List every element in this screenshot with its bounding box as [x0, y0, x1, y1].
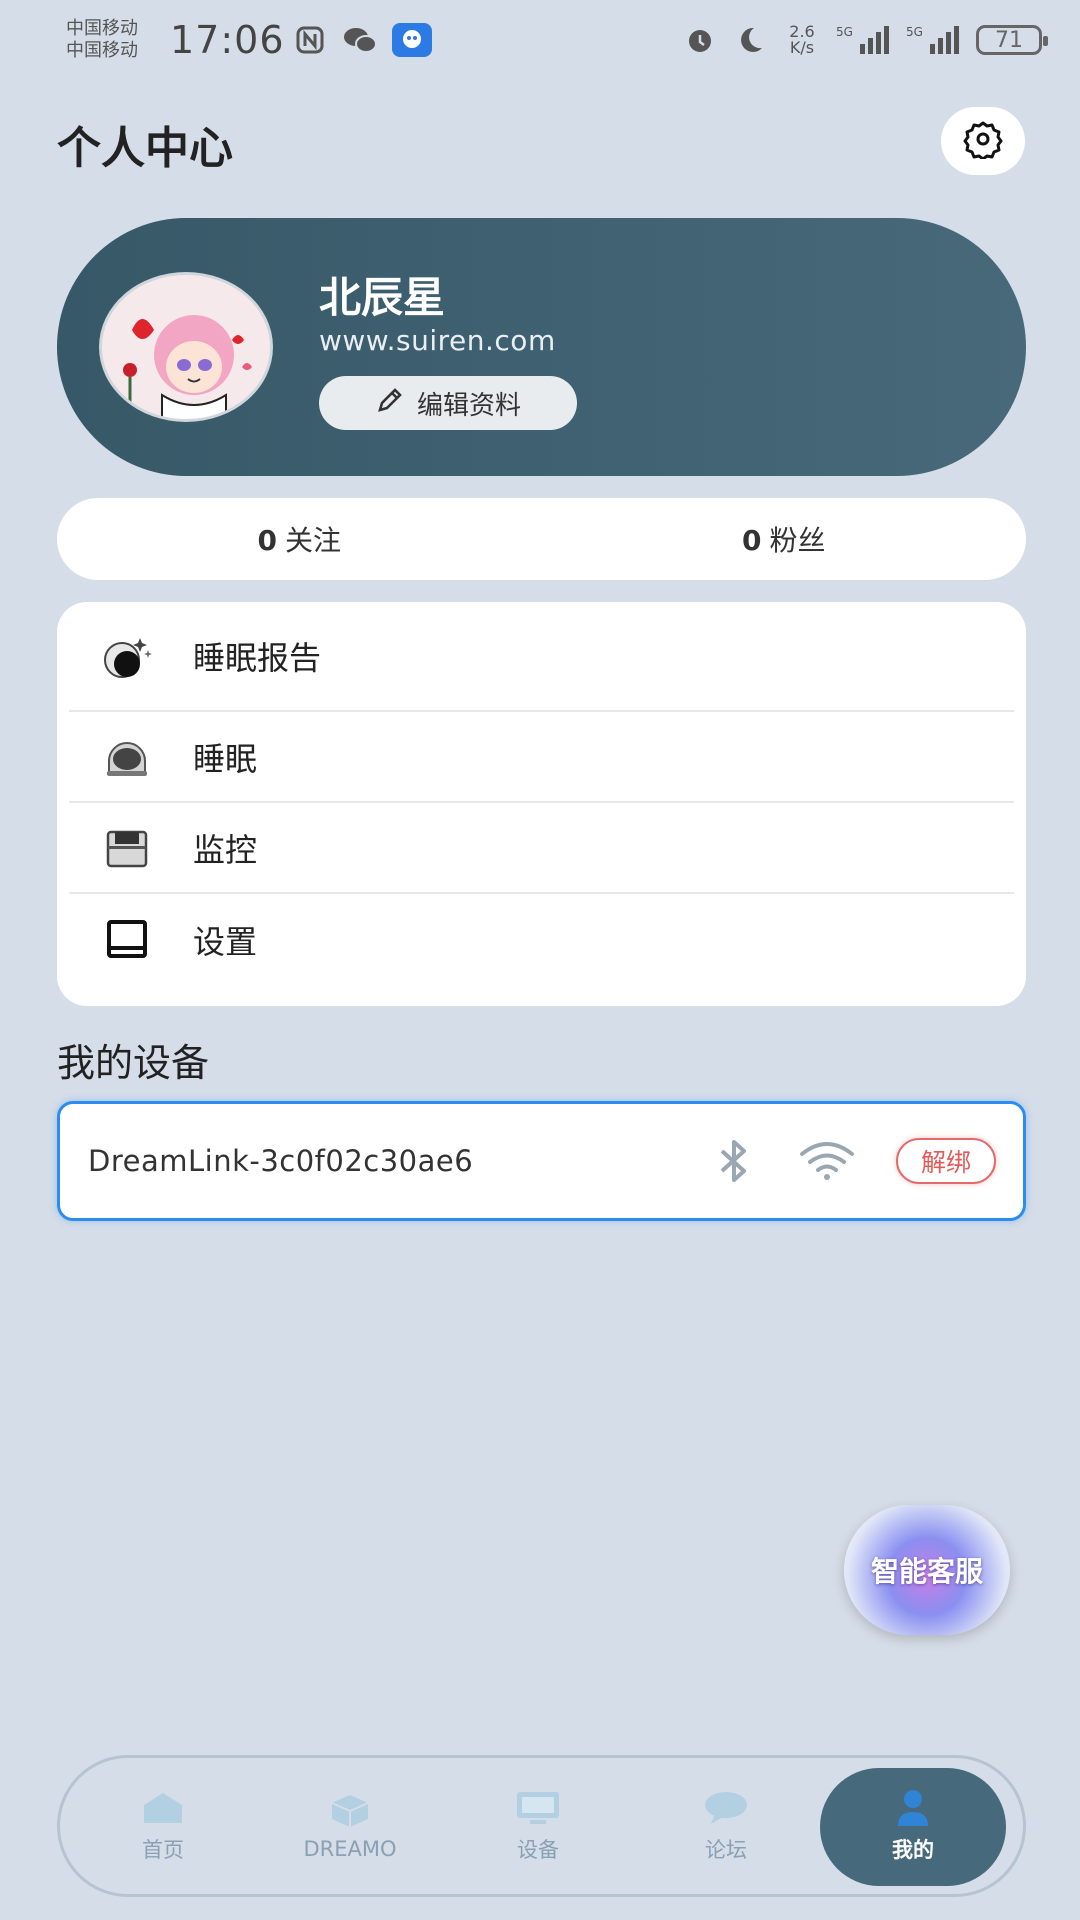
- ai-service-button[interactable]: 智能客服: [844, 1505, 1010, 1635]
- monitor-screen-icon: [515, 1790, 561, 1826]
- nav-label-forum: 论坛: [705, 1838, 747, 1862]
- unbind-button[interactable]: 解绑: [896, 1138, 996, 1184]
- followers-count: 0: [742, 524, 762, 557]
- sleep-report-icon: [97, 626, 157, 686]
- monitor-icon: [97, 818, 157, 878]
- status-icons-left: [292, 22, 432, 58]
- nav-forum[interactable]: 论坛: [633, 1768, 819, 1886]
- svg-text:5G: 5G: [836, 25, 853, 39]
- wifi-icon[interactable]: [798, 1140, 856, 1186]
- avatar[interactable]: [99, 272, 273, 422]
- moon-icon: [732, 22, 768, 58]
- bluetooth-icon[interactable]: [716, 1138, 752, 1188]
- nav-me[interactable]: 我的: [820, 1768, 1006, 1886]
- device-card[interactable]: DreamLink-3c0f02c30ae6 解绑: [57, 1101, 1026, 1221]
- username: 北辰星: [319, 273, 446, 322]
- nfc-icon: [292, 22, 328, 58]
- cube-icon: [327, 1793, 373, 1829]
- nav-label-devices: 设备: [517, 1838, 559, 1862]
- status-bar: 中国移动 中国移动 17:06 2.6 K/s 5G 5G 71: [0, 0, 1080, 84]
- followers-label: 粉丝: [769, 524, 826, 557]
- menu-item-monitor[interactable]: 监控: [69, 803, 1014, 894]
- nav-devices[interactable]: 设备: [445, 1768, 631, 1886]
- menu-item-sleep[interactable]: 睡眠: [69, 712, 1014, 803]
- profile-card: 北辰星 www.suiren.com 编辑资料: [57, 218, 1026, 476]
- edit-profile-label: 编辑资料: [416, 390, 521, 421]
- following-stat[interactable]: 0 关注: [57, 519, 542, 559]
- ai-service-label: 智能客服: [870, 1555, 983, 1588]
- nav-home[interactable]: 首页: [70, 1768, 256, 1886]
- status-time: 17:06: [170, 18, 285, 62]
- menu-label-monitor: 监控: [193, 830, 258, 869]
- nav-label-dreamo: DREAMO: [303, 1837, 397, 1861]
- carrier-info: 中国移动 中国移动: [66, 18, 138, 62]
- menu-list: 睡眠报告 睡眠 监控 设置: [57, 602, 1026, 1006]
- menu-label-sleep-report: 睡眠报告: [193, 639, 322, 677]
- nav-label-home: 首页: [142, 1838, 184, 1862]
- home-icon: [140, 1790, 186, 1826]
- person-icon: [890, 1790, 936, 1826]
- edit-profile-button[interactable]: 编辑资料: [319, 376, 577, 430]
- settings-button[interactable]: [941, 107, 1025, 175]
- battery-indicator: 71: [976, 25, 1048, 55]
- menu-label-sleep: 睡眠: [193, 739, 258, 778]
- carrier-1: 中国移动: [66, 18, 138, 39]
- menu-item-settings[interactable]: 设置: [69, 894, 1014, 985]
- device-name: DreamLink-3c0f02c30ae6: [88, 1144, 474, 1178]
- page-title: 个人中心: [57, 123, 233, 174]
- sleep-icon: [97, 727, 157, 787]
- signal-1-icon: 5G: [836, 22, 892, 58]
- following-count: 0: [257, 524, 277, 557]
- menu-label-settings: 设置: [193, 922, 258, 961]
- chat-bubble-icon: [703, 1790, 749, 1826]
- followers-stat[interactable]: 0 粉丝: [542, 519, 1027, 559]
- nav-label-me: 我的: [892, 1838, 934, 1862]
- wechat-icon: [342, 22, 378, 58]
- signal-2-icon: 5G: [906, 22, 962, 58]
- menu-item-sleep-report[interactable]: 睡眠报告: [69, 602, 1014, 712]
- carrier-2: 中国移动: [66, 40, 138, 61]
- settings-book-icon: [97, 910, 157, 970]
- alarm-icon: [682, 22, 718, 58]
- gear-icon: [963, 119, 1003, 163]
- bottom-nav: 首页 DREAMO 设备 论坛 我的: [57, 1755, 1026, 1897]
- devices-section-title: 我的设备: [57, 1041, 210, 1085]
- network-speed: 2.6 K/s: [789, 22, 815, 57]
- following-label: 关注: [284, 524, 341, 557]
- app-notification-icon: [392, 23, 432, 57]
- stats-bar: 0 关注 0 粉丝: [57, 498, 1026, 580]
- svg-text:5G: 5G: [906, 25, 923, 39]
- pencil-icon: [375, 385, 405, 422]
- status-icons-right: 2.6 K/s 5G 5G 71: [682, 22, 1048, 58]
- profile-website: www.suiren.com: [319, 324, 556, 357]
- nav-dreamo[interactable]: DREAMO: [257, 1768, 443, 1886]
